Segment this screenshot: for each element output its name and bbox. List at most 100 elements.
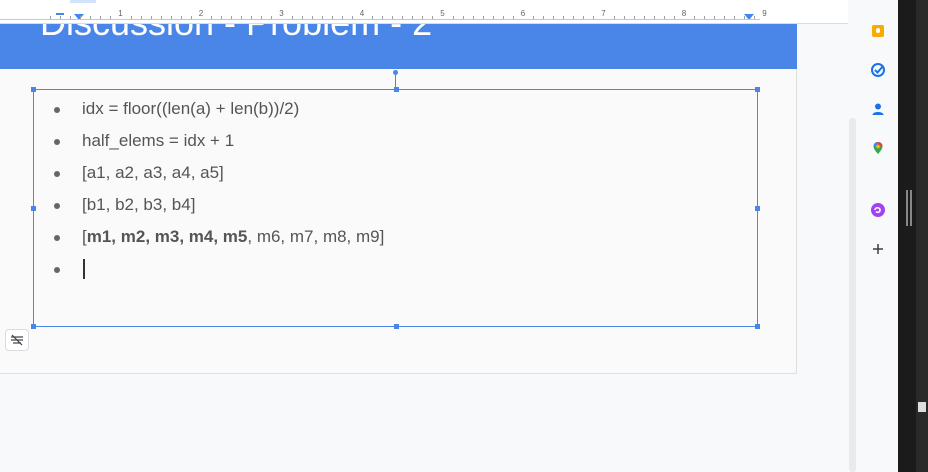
video-indicator bbox=[918, 402, 926, 412]
bullet-dot bbox=[54, 171, 60, 177]
autofit-options-button[interactable] bbox=[5, 329, 29, 351]
bullet-text-mixed[interactable]: [m1, m2, m3, m4, m5, m6, m7, m8, m9] bbox=[82, 226, 384, 248]
bullet-text[interactable]: idx = floor((len(a) + len(b))/2) bbox=[82, 98, 299, 120]
ruler-tick bbox=[130, 16, 132, 19]
ruler-tick bbox=[291, 16, 293, 19]
ruler-tick bbox=[160, 16, 162, 19]
list-item[interactable]: [a1, a2, a3, a4, a5] bbox=[34, 162, 734, 186]
add-icon[interactable] bbox=[870, 241, 886, 257]
list-item[interactable]: half_elems = idx + 1 bbox=[34, 130, 734, 154]
ruler-tick bbox=[140, 16, 142, 19]
ruler-tick bbox=[341, 16, 343, 19]
tasks-icon[interactable] bbox=[870, 62, 886, 78]
ruler-tick bbox=[744, 16, 746, 19]
resize-handle-right[interactable] bbox=[755, 206, 760, 211]
ruler-tick bbox=[372, 16, 374, 19]
ruler-tick bbox=[241, 16, 243, 19]
ruler-tick bbox=[543, 16, 545, 19]
ruler-tick bbox=[694, 16, 696, 19]
ruler-tick bbox=[573, 16, 575, 19]
ruler-tick bbox=[663, 16, 665, 19]
ruler-tick bbox=[90, 16, 92, 19]
ruler-tick bbox=[734, 16, 736, 19]
resize-handle-bottom-left[interactable] bbox=[31, 324, 36, 329]
ruler-tick bbox=[704, 16, 706, 19]
ruler-tick bbox=[301, 16, 303, 19]
ruler-tick bbox=[593, 16, 595, 19]
side-panel bbox=[856, 0, 898, 472]
horizontal-ruler[interactable]: 1 2 3 4 5 6 7 8 9 bbox=[0, 0, 848, 24]
vertical-scrollbar[interactable] bbox=[849, 118, 856, 472]
bullet-dot bbox=[54, 235, 60, 241]
text-cursor bbox=[83, 259, 85, 279]
ruler-number: 4 bbox=[359, 9, 365, 18]
slide-canvas[interactable]: 1 2 3 4 5 6 7 8 9 Discussion - Problem - 2 idx =… bbox=[0, 0, 848, 472]
ruler-tick bbox=[170, 16, 172, 19]
resize-handle-top[interactable] bbox=[394, 87, 399, 92]
bullet-dot bbox=[54, 139, 60, 145]
ruler-tick bbox=[351, 16, 353, 19]
list-item[interactable]: idx = floor((len(a) + len(b))/2) bbox=[34, 98, 734, 122]
ruler-tick bbox=[251, 16, 253, 19]
resize-handle-bottom-right[interactable] bbox=[755, 324, 760, 329]
ruler-tick bbox=[653, 16, 655, 19]
ruler-tick bbox=[80, 16, 82, 19]
ruler-tick bbox=[180, 16, 182, 19]
ruler-tick bbox=[311, 16, 313, 19]
ruler-number: 5 bbox=[440, 9, 445, 18]
ruler-tick bbox=[502, 16, 504, 19]
ruler-tick bbox=[623, 16, 625, 19]
bullet-text[interactable]: half_elems = idx + 1 bbox=[82, 130, 234, 152]
ruler-tick bbox=[482, 16, 484, 19]
bullet-dot bbox=[54, 107, 60, 113]
bullet-text[interactable]: [b1, b2, b3, b4] bbox=[82, 194, 195, 216]
ruler-tick bbox=[412, 16, 414, 19]
ruler-tick bbox=[100, 16, 102, 19]
bullet-dot bbox=[54, 203, 60, 209]
ruler-tick bbox=[402, 16, 404, 19]
divider-handle[interactable] bbox=[906, 190, 908, 226]
divider-handle[interactable] bbox=[910, 190, 912, 226]
ruler-tick bbox=[60, 16, 62, 19]
text-box[interactable]: idx = floor((len(a) + len(b))/2) half_el… bbox=[31, 87, 760, 329]
autofit-icon bbox=[11, 334, 23, 346]
bullet-suffix: , m6, m7, m8, m9] bbox=[247, 227, 385, 246]
rotation-handle[interactable] bbox=[393, 70, 398, 75]
ruler-tick bbox=[563, 16, 565, 19]
addon-icon[interactable] bbox=[870, 202, 886, 218]
ruler-number: 2 bbox=[198, 9, 204, 18]
list-item[interactable] bbox=[34, 258, 734, 282]
ruler-tick bbox=[724, 16, 726, 19]
ruler-line bbox=[0, 19, 760, 20]
maps-icon[interactable] bbox=[870, 140, 886, 156]
ruler-tick bbox=[150, 16, 152, 19]
ruler-tick bbox=[211, 16, 213, 19]
list-item[interactable]: [m1, m2, m3, m4, m5, m6, m7, m8, m9] bbox=[34, 226, 734, 250]
resize-handle-bottom[interactable] bbox=[394, 324, 399, 329]
ruler-tick bbox=[261, 16, 263, 19]
ruler-tick bbox=[512, 16, 514, 19]
ruler-tick bbox=[462, 16, 464, 19]
first-line-indent-marker[interactable] bbox=[56, 13, 64, 15]
ruler-tick bbox=[110, 16, 112, 19]
keep-icon[interactable] bbox=[870, 23, 886, 39]
title-band[interactable]: Discussion - Problem - 2 bbox=[0, 24, 797, 69]
ruler-tick bbox=[221, 16, 223, 19]
contacts-icon[interactable] bbox=[870, 101, 886, 117]
bullet-bold-text: m1, m2, m3, m4, m5 bbox=[86, 227, 248, 246]
bullet-text[interactable]: [a1, a2, a3, a4, a5] bbox=[82, 162, 224, 184]
ruler-tick bbox=[331, 16, 333, 19]
slide-title[interactable]: Discussion - Problem - 2 bbox=[40, 24, 432, 44]
ruler-tick bbox=[271, 16, 273, 19]
resize-handle-top-left[interactable] bbox=[31, 87, 36, 92]
ruler-number: 9 bbox=[762, 9, 767, 18]
ruler-tick bbox=[754, 16, 756, 19]
ruler-tick bbox=[50, 16, 52, 19]
video-overlay bbox=[898, 0, 928, 472]
slide[interactable]: Discussion - Problem - 2 idx = floor((le… bbox=[0, 24, 797, 374]
ruler-tick bbox=[553, 16, 555, 19]
resize-handle-top-right[interactable] bbox=[755, 87, 760, 92]
list-item[interactable]: [b1, b2, b3, b4] bbox=[34, 194, 734, 218]
ruler-tick bbox=[231, 16, 233, 19]
ruler-tick bbox=[452, 16, 454, 19]
